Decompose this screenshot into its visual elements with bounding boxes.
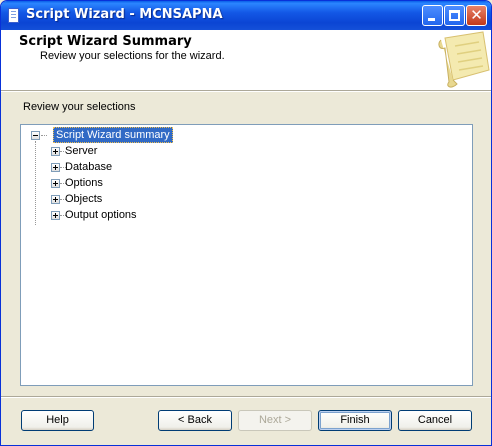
maximize-button[interactable] [444,5,465,26]
tree-guide-line [35,141,36,225]
maximize-icon [449,10,460,21]
expand-icon[interactable] [51,195,60,204]
cancel-button[interactable]: Cancel [398,410,472,431]
document-icon [8,8,19,23]
summary-tree[interactable]: Script Wizard summary Server Database Op… [20,124,473,386]
review-label: Review your selections [23,101,136,113]
script-wizard-window: Script Wizard - MCNSAPNA ✕ Script Wizard… [0,0,492,446]
tree-node-label[interactable]: Database [65,159,112,175]
finish-button[interactable]: Finish [318,410,392,431]
tree-node-label[interactable]: Output options [65,207,137,223]
wizard-header: Script Wizard Summary Review your select… [1,30,491,90]
tree-node-label[interactable]: Objects [65,191,102,207]
window-title: Script Wizard - MCNSAPNA [26,7,223,22]
expand-icon[interactable] [51,163,60,172]
minimize-button[interactable] [422,5,443,26]
expand-icon[interactable] [51,147,60,156]
close-button[interactable]: ✕ [466,5,487,26]
collapse-icon[interactable] [31,131,40,140]
tree-node-label[interactable]: Server [65,143,97,159]
title-bar[interactable]: Script Wizard - MCNSAPNA ✕ [1,1,491,30]
tree-node-root-label[interactable]: Script Wizard summary [53,127,173,143]
minimize-icon [428,18,435,21]
expand-icon[interactable] [51,179,60,188]
next-button[interactable]: Next > [238,410,312,431]
expand-icon[interactable] [51,211,60,220]
scroll-icon [438,31,490,88]
page-title: Script Wizard Summary [19,34,192,49]
page-subtitle: Review your selections for the wizard. [40,50,225,62]
back-button[interactable]: < Back [158,410,232,431]
help-button[interactable]: Help [21,410,94,431]
close-icon: ✕ [470,6,483,24]
tree-node-label[interactable]: Options [65,175,103,191]
header-divider [1,90,491,92]
footer-divider [1,396,491,398]
